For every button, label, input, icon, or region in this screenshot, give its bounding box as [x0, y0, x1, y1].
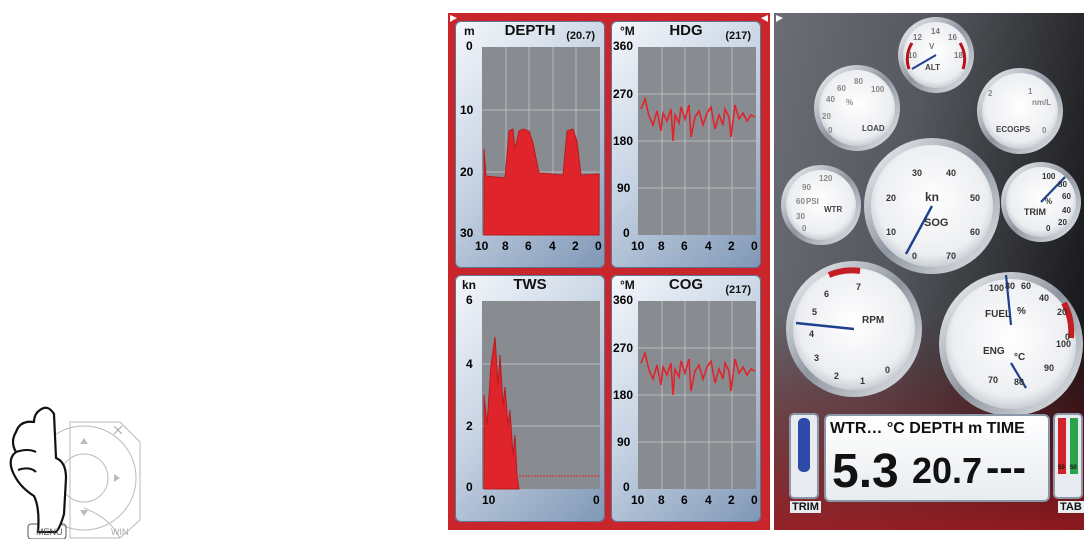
tab-bar[interactable]: [1053, 413, 1083, 499]
hdg-value: (217): [725, 30, 751, 42]
arrow-up-icon[interactable]: [80, 438, 88, 444]
depth-graph-tile[interactable]: m DEPTH (20.7) 0 10 20 30 10 8 6 4 2 0: [455, 21, 605, 268]
trim-bar[interactable]: [789, 413, 819, 499]
win-key-label[interactable]: WIN: [111, 527, 129, 537]
tab-bar-label: TAB: [1058, 501, 1084, 513]
keypad-outline: [9, 406, 141, 540]
depth-graph: [482, 47, 600, 236]
sog-gauge[interactable]: [864, 138, 1000, 274]
depth-readout: 20.7: [912, 450, 983, 491]
time-readout: ---: [986, 446, 1026, 490]
tab-left-value: 50: [1058, 465, 1065, 471]
depth-value: (20.7): [566, 30, 595, 42]
close-icon[interactable]: [113, 425, 123, 435]
arrow-right-icon[interactable]: [114, 474, 120, 482]
trim-gauge[interactable]: [1001, 162, 1081, 242]
ecogps-gauge[interactable]: [977, 68, 1063, 154]
hdg-graph-tile[interactable]: °M HDG (217) 360 270 180 90 0 10 8 6 4 2…: [611, 21, 761, 268]
cog-graph-tile[interactable]: °M COG (217) 360 270 180 90 0 10 8 6 4 2…: [611, 275, 761, 522]
water-temp-value: 5.3: [832, 445, 899, 498]
data-bar-header: WTR… °C DEPTH m TIME: [830, 420, 1025, 437]
arrow-down-icon[interactable]: [80, 510, 88, 516]
cog-graph: [638, 301, 756, 489]
tws-graph-tile[interactable]: kn TWS 6 4 2 0 10 0: [455, 275, 605, 522]
tws-title: TWS: [513, 276, 547, 293]
data-bar[interactable]: WTR… °C DEPTH m TIME 5.3 20.7 ---: [824, 414, 1050, 502]
hdg-graph: [638, 47, 756, 235]
tab-right-value: 50: [1070, 465, 1077, 471]
tws-graph: [482, 301, 600, 490]
pointing-hand-icon: [9, 406, 68, 534]
menu-key-label[interactable]: MENU: [36, 527, 63, 537]
trim-bar-label: TRIM: [790, 501, 821, 513]
trend-panel[interactable]: m DEPTH (20.7) 0 10 20 30 10 8 6 4 2 0 °…: [448, 13, 770, 530]
keypad: MENU WIN: [0, 400, 160, 540]
cog-value: (217): [725, 284, 751, 296]
rpm-gauge[interactable]: [786, 261, 922, 397]
gauge-panel[interactable]: V ALT 10 12 14 16 18 % LOAD 0 20 40 60 8…: [774, 13, 1084, 530]
